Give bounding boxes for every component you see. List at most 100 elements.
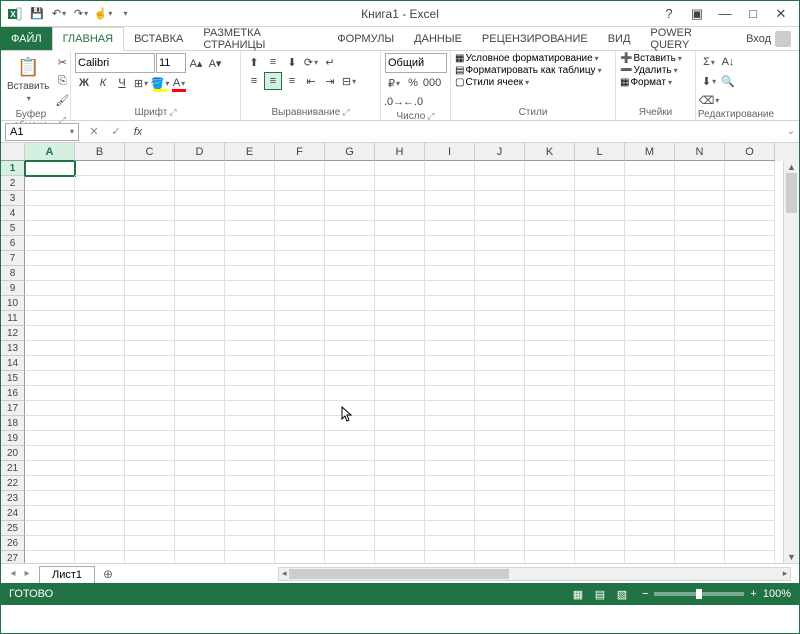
cell[interactable] <box>725 251 775 266</box>
cell[interactable] <box>325 266 375 281</box>
cell[interactable] <box>475 476 525 491</box>
row-header[interactable]: 2 <box>1 176 25 191</box>
tab-layout[interactable]: РАЗМЕТКА СТРАНИЦЫ <box>193 27 327 50</box>
cell[interactable] <box>375 341 425 356</box>
align-top-button[interactable]: ⬆ <box>245 53 263 71</box>
cell[interactable] <box>425 341 475 356</box>
cell[interactable] <box>75 506 125 521</box>
cell[interactable] <box>175 326 225 341</box>
cell[interactable] <box>675 281 725 296</box>
tab-file[interactable]: ФАЙЛ <box>1 27 52 50</box>
cell[interactable] <box>225 221 275 236</box>
cell[interactable] <box>25 476 75 491</box>
cell[interactable] <box>425 521 475 536</box>
cell[interactable] <box>725 536 775 551</box>
cell[interactable] <box>625 461 675 476</box>
cell[interactable] <box>125 386 175 401</box>
cell[interactable] <box>75 206 125 221</box>
cell[interactable] <box>75 386 125 401</box>
cell[interactable] <box>525 386 575 401</box>
column-header[interactable]: L <box>575 143 625 161</box>
cell[interactable] <box>425 281 475 296</box>
horizontal-scrollbar[interactable]: ◂ ▸ <box>278 567 791 581</box>
cell[interactable] <box>475 491 525 506</box>
cell[interactable] <box>325 461 375 476</box>
cell[interactable] <box>675 401 725 416</box>
cell[interactable] <box>725 371 775 386</box>
maximize-button[interactable]: □ <box>743 4 763 24</box>
cell[interactable] <box>75 461 125 476</box>
save-button[interactable]: 💾 <box>27 4 47 24</box>
cell[interactable] <box>225 251 275 266</box>
cell[interactable] <box>675 296 725 311</box>
cell[interactable] <box>175 446 225 461</box>
cell[interactable] <box>25 341 75 356</box>
row-header[interactable]: 24 <box>1 506 25 521</box>
cell[interactable] <box>425 296 475 311</box>
cell[interactable] <box>75 551 125 563</box>
cell[interactable] <box>725 386 775 401</box>
cell[interactable] <box>325 356 375 371</box>
cell[interactable] <box>675 536 725 551</box>
cell[interactable] <box>375 266 425 281</box>
zoom-out-button[interactable]: − <box>642 588 648 600</box>
cell[interactable] <box>125 476 175 491</box>
cell[interactable] <box>425 221 475 236</box>
cell[interactable] <box>575 521 625 536</box>
cell[interactable] <box>625 281 675 296</box>
cell[interactable] <box>675 176 725 191</box>
cell[interactable] <box>425 326 475 341</box>
cell[interactable] <box>275 236 325 251</box>
cell[interactable] <box>225 341 275 356</box>
cell[interactable] <box>25 446 75 461</box>
cell[interactable] <box>125 551 175 563</box>
cell[interactable] <box>25 461 75 476</box>
cell[interactable] <box>575 161 625 176</box>
cell[interactable] <box>625 266 675 281</box>
cell[interactable] <box>725 446 775 461</box>
qat-customize-button[interactable]: ▾ <box>115 4 135 24</box>
cell[interactable] <box>25 401 75 416</box>
cell[interactable] <box>475 266 525 281</box>
cell[interactable] <box>425 401 475 416</box>
border-button[interactable]: ⊞▾ <box>132 74 150 92</box>
cell[interactable] <box>325 311 375 326</box>
cell[interactable] <box>575 386 625 401</box>
cell[interactable] <box>525 416 575 431</box>
currency-button[interactable]: ₽▾ <box>385 74 403 92</box>
cell[interactable] <box>275 386 325 401</box>
cell[interactable] <box>225 206 275 221</box>
cell[interactable] <box>375 281 425 296</box>
cell[interactable] <box>425 191 475 206</box>
cell[interactable] <box>375 551 425 563</box>
cell[interactable] <box>175 551 225 563</box>
cell[interactable] <box>725 461 775 476</box>
cell[interactable] <box>225 416 275 431</box>
cell[interactable] <box>275 551 325 563</box>
cell[interactable] <box>625 341 675 356</box>
cell[interactable] <box>75 296 125 311</box>
cell[interactable] <box>75 281 125 296</box>
cell[interactable] <box>125 461 175 476</box>
cell[interactable] <box>575 296 625 311</box>
cell[interactable] <box>275 251 325 266</box>
cell[interactable] <box>175 176 225 191</box>
cell[interactable] <box>425 251 475 266</box>
cell[interactable] <box>375 161 425 176</box>
cell[interactable] <box>625 431 675 446</box>
fx-button[interactable]: fx <box>127 123 149 141</box>
scroll-down-icon[interactable]: ▼ <box>784 551 799 563</box>
cell[interactable] <box>275 416 325 431</box>
cell[interactable] <box>75 371 125 386</box>
cell[interactable] <box>275 371 325 386</box>
column-header[interactable]: F <box>275 143 325 161</box>
cell[interactable] <box>275 476 325 491</box>
row-header[interactable]: 26 <box>1 536 25 551</box>
cell[interactable] <box>575 401 625 416</box>
cell[interactable] <box>475 536 525 551</box>
row-header[interactable]: 25 <box>1 521 25 536</box>
row-header[interactable]: 27 <box>1 551 25 563</box>
cell[interactable] <box>675 266 725 281</box>
conditional-formatting-button[interactable]: ▦ Условное форматирование▾ <box>455 53 599 64</box>
cell[interactable] <box>675 311 725 326</box>
